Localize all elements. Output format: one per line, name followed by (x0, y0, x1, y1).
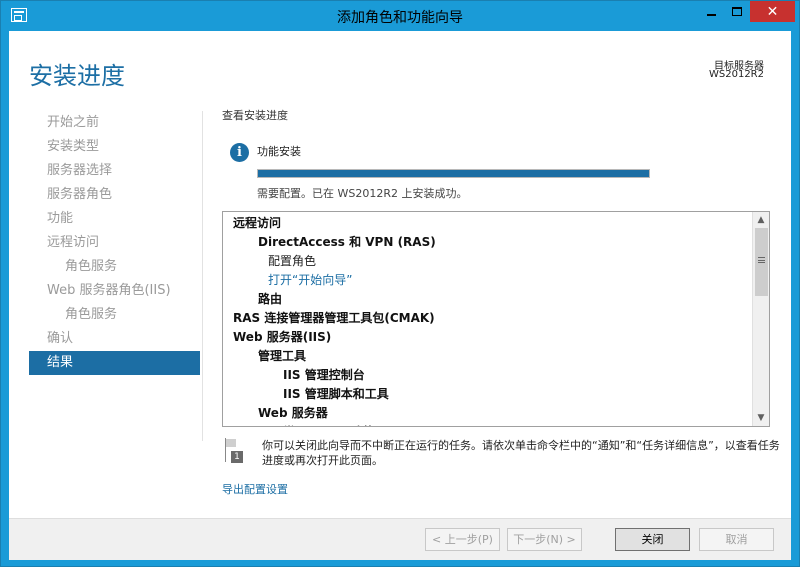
feature-install-label: 功能安装 (257, 145, 301, 158)
scroll-down-icon[interactable]: ▼ (753, 410, 769, 426)
result-item: 配置角色 (268, 254, 317, 268)
minimize-icon (706, 13, 716, 16)
result-item: IIS 管理脚本和工具 (283, 387, 389, 401)
scroll-up-icon[interactable]: ▲ (753, 212, 769, 228)
nav-item[interactable]: 开始之前 (29, 111, 200, 135)
window-title: 添加角色和功能向导 (337, 10, 463, 26)
nav-item[interactable]: Web 服务器角色(IIS) (29, 279, 200, 303)
result-link[interactable]: 打开“开始向导” (233, 271, 753, 290)
flag-shape (226, 439, 236, 447)
close-button[interactable]: 关闭 (615, 528, 690, 551)
nav-item[interactable]: 角色服务 (29, 255, 200, 279)
export-config-link[interactable]: 导出配置设置 (222, 481, 288, 497)
wizard-footer: < 上一步(P) 下一步(N) > 关闭 取消 (9, 518, 791, 560)
wizard-content: 安装进度 目标服务器 WS2012R2 开始之前 安装类型 服务器选择 服务器角色 功能… (9, 31, 791, 560)
page-title: 安装进度 (29, 62, 125, 90)
nav-item[interactable]: 安装类型 (29, 135, 200, 159)
previous-button[interactable]: < 上一步(P) (425, 528, 500, 551)
destination-server-value: WS2012R2 (709, 69, 764, 80)
install-progress-bar (257, 169, 650, 178)
result-item: DirectAccess 和 VPN (RAS) (258, 235, 436, 249)
notification-flag-icon: 1 (222, 438, 244, 464)
result-item: Web 服务器 (258, 406, 328, 420)
cancel-button[interactable]: 取消 (699, 528, 774, 551)
main-panel: 查看安装进度 i 功能安装 需要配置。已在 WS2012R2 上安装成功。 远程… (222, 107, 780, 496)
results-items: 远程访问 DirectAccess 和 VPN (RAS) 配置角色打开“开始向导”… (233, 214, 753, 426)
nav-item[interactable]: 服务器选择 (29, 159, 200, 183)
section-title: 查看安装进度 (222, 109, 288, 122)
title-bar[interactable]: 添加角色和功能向导 ✕ (1, 1, 799, 31)
result-item: 常见 HTTP 功能 (233, 423, 753, 426)
result-item: 路由 (258, 292, 283, 306)
nav-item[interactable]: 角色服务 (29, 303, 200, 327)
nav-item[interactable]: 功能 (29, 207, 200, 231)
close-icon: ✕ (766, 3, 779, 20)
grip-icon (758, 257, 765, 263)
maximize-icon (732, 7, 742, 16)
minimize-button[interactable] (698, 1, 724, 22)
notification-badge: 1 (231, 451, 243, 463)
nav-item[interactable]: 结果 (29, 351, 200, 375)
info-icon: i (230, 143, 249, 162)
maximize-button[interactable] (724, 1, 750, 22)
results-scrollbar[interactable]: ▲ ▼ (752, 212, 769, 426)
result-item: Web 服务器(IIS) (233, 330, 332, 344)
wizard-nav: 开始之前 安装类型 服务器选择 服务器角色 功能 远程访问 角色服务 Web 服务器角色(II… (29, 111, 200, 375)
progress-fill (258, 170, 649, 177)
nav-item[interactable]: 远程访问 (29, 231, 200, 255)
results-list[interactable]: 远程访问 DirectAccess 和 VPN (RAS) 配置角色打开“开始向导”… (222, 211, 770, 427)
next-button[interactable]: 下一步(N) > (507, 528, 582, 551)
result-item: 管理工具 (258, 349, 307, 363)
result-item: IIS 管理控制台 (283, 368, 365, 382)
result-item: RAS 连接管理器管理工具包(CMAK) (233, 311, 435, 325)
result-item: 远程访问 (233, 216, 282, 230)
wizard-window: 添加角色和功能向导 ✕ 安装进度 目标服务器 WS2012R2 开始之前 安装类型… (0, 0, 800, 567)
close-window-button[interactable]: ✕ (750, 1, 795, 22)
install-status-text: 需要配置。已在 WS2012R2 上安装成功。 (257, 187, 468, 200)
notice-text: 你可以关闭此向导而不中断正在运行的任务。请依次单击命令栏中的“通知”和“任务详细… (262, 439, 780, 467)
nav-divider (202, 111, 203, 441)
nav-item[interactable]: 确认 (29, 327, 200, 351)
nav-item[interactable]: 服务器角色 (29, 183, 200, 207)
scroll-thumb[interactable] (755, 228, 768, 296)
